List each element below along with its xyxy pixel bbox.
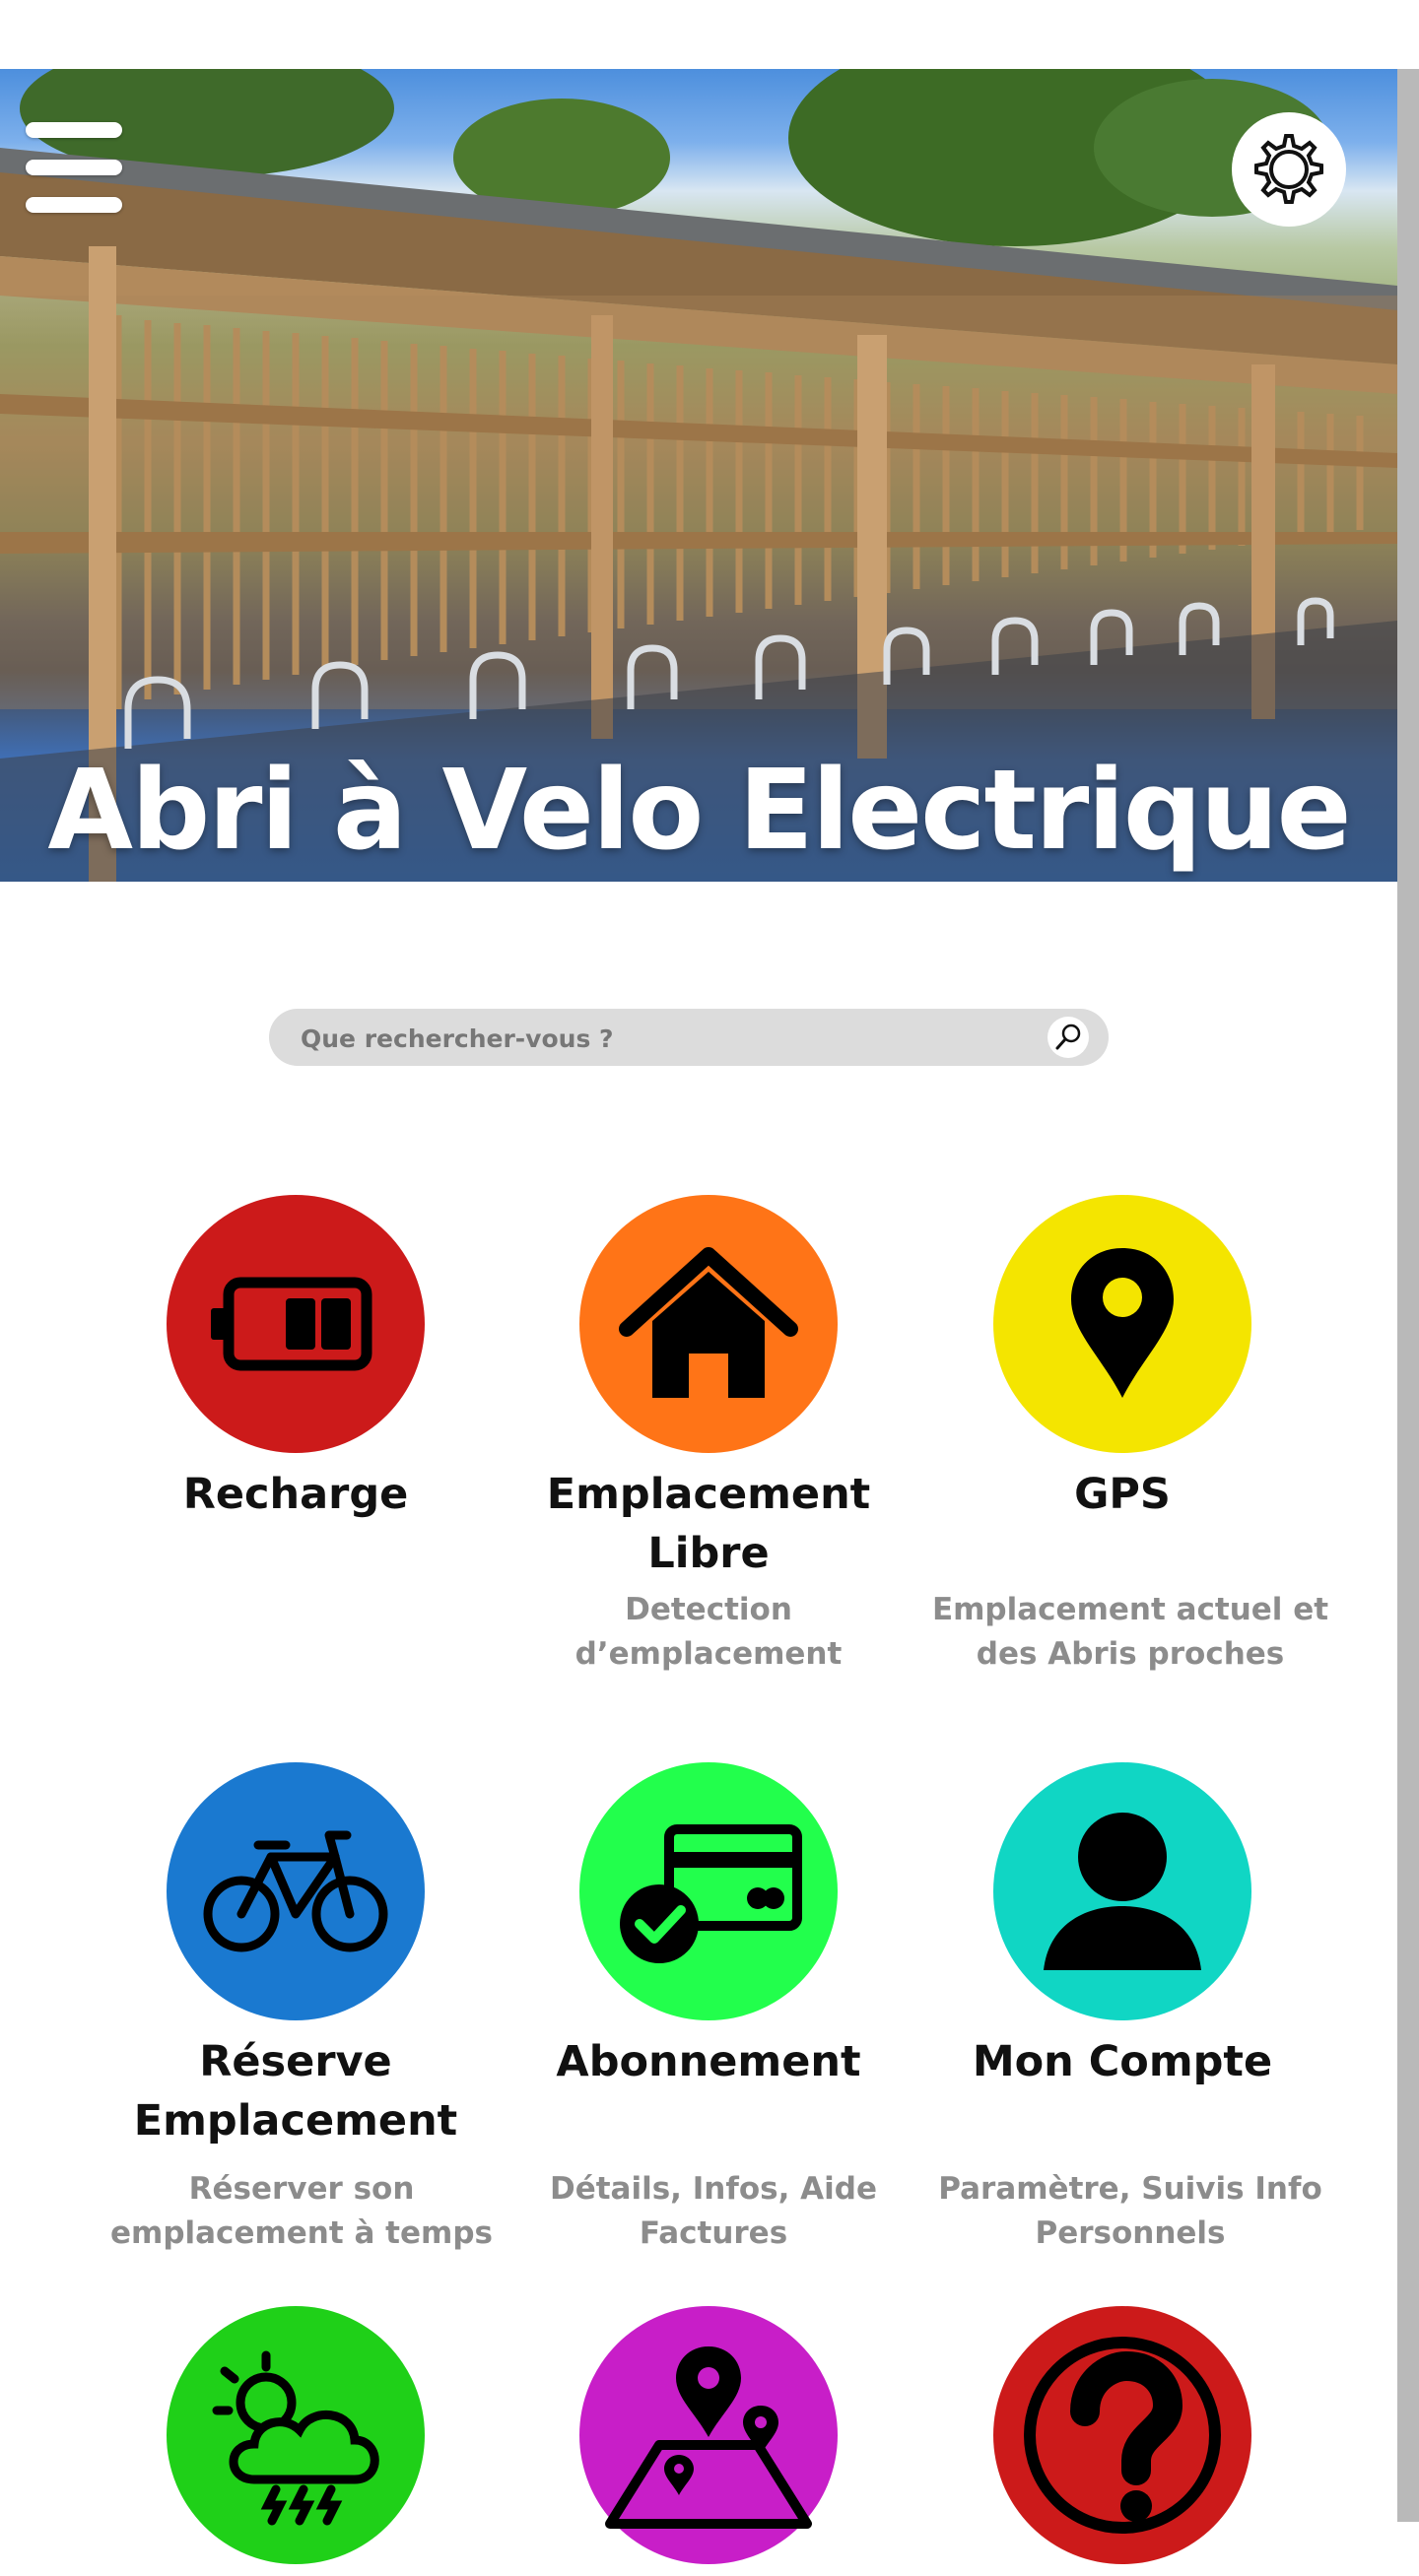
hero-title: Abri à Velo Electrique — [47, 747, 1351, 875]
tile-aide — [915, 2306, 1329, 2576]
house-icon — [619, 1247, 798, 1398]
tile-label: Mon Compte — [972, 2037, 1273, 2086]
credit-card-check-icon — [620, 1824, 802, 1963]
hero-banner: Abri à Velo Electrique — [0, 69, 1397, 882]
tile-label: Abonnement — [556, 2037, 861, 2086]
tile-abonnement: Abonnement — [502, 1762, 915, 2091]
search-button[interactable] — [1047, 1017, 1089, 1058]
bicycle-icon — [203, 1830, 388, 1952]
tile-meteo — [89, 2306, 503, 2576]
aide-button[interactable] — [993, 2306, 1251, 2564]
tile-label: Réserve Emplacement — [133, 2037, 458, 2146]
help-question-icon — [1024, 2337, 1221, 2534]
reserve-emplacement-button[interactable] — [167, 1762, 425, 2020]
meteo-button[interactable] — [167, 2306, 425, 2564]
gear-icon — [1254, 134, 1323, 204]
weather-storm-icon — [212, 2350, 379, 2526]
gps-button[interactable] — [993, 1195, 1251, 1453]
tile-description-emplacement-libre: Detection d’emplacement — [574, 1592, 843, 1672]
tile-reserve-emplacement: Réserve Emplacement — [89, 1762, 503, 2150]
hamburger-menu-icon — [26, 122, 122, 138]
tile-carte — [502, 2306, 915, 2576]
tile-mon-compte: Mon Compte — [915, 1762, 1329, 2091]
settings-button[interactable] — [1232, 112, 1346, 227]
tile-recharge: Recharge — [89, 1195, 503, 1524]
tile-label: Recharge — [182, 1470, 409, 1519]
tile-description-abonnement: Détails, Infos, Aide Factures — [549, 2171, 877, 2251]
tile-description-reserve-emplacement: Réserver son emplacement à temps — [110, 2171, 493, 2251]
carte-button[interactable] — [579, 2306, 838, 2564]
search-input[interactable] — [299, 1009, 1012, 1068]
tile-gps: GPS — [915, 1195, 1329, 1524]
tile-description-mon-compte: Paramètre, Suivis Info Personnels — [938, 2171, 1322, 2251]
location-pin-icon — [1071, 1248, 1174, 1398]
search-icon — [1055, 1024, 1081, 1050]
recharge-button[interactable] — [167, 1195, 425, 1453]
tile-label: GPS — [1074, 1470, 1171, 1519]
map-pins-icon — [605, 2346, 812, 2529]
tile-label: Emplacement Libre — [546, 1470, 871, 1578]
scrollbar[interactable] — [1397, 69, 1419, 2522]
battery-icon — [211, 1277, 372, 1371]
tile-description-gps: Emplacement actuel et des Abris proches — [931, 1592, 1329, 1672]
abonnement-button[interactable] — [579, 1762, 838, 2020]
mon-compte-button[interactable] — [993, 1762, 1251, 2020]
tile-emplacement-libre: Emplacement Libre — [502, 1195, 915, 1583]
user-icon — [1044, 1813, 1201, 1970]
emplacement-libre-button[interactable] — [579, 1195, 838, 1453]
search-bar — [269, 1009, 1109, 1068]
menu-button[interactable] — [26, 122, 124, 213]
